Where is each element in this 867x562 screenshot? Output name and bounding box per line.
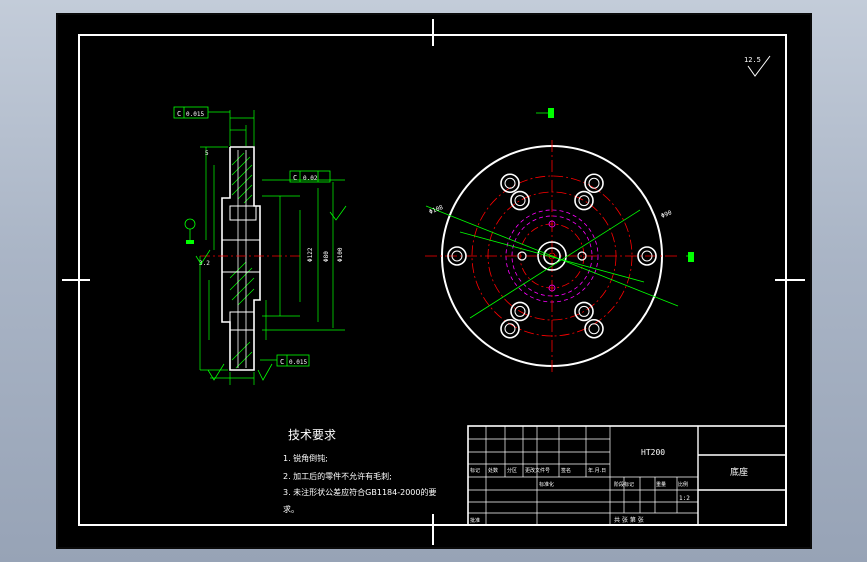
svg-text:分区: 分区 [507,467,517,474]
svg-text:标准化: 标准化 [539,481,554,488]
svg-text:批准: 批准 [470,517,480,524]
svg-text:Φ100: Φ100 [337,247,344,262]
section-cut-marker-top [548,108,554,118]
svg-text:标记: 标记 [470,467,480,474]
svg-text:Φ122: Φ122 [307,247,314,262]
part-name: 底座 [730,466,748,478]
svg-text:重量: 重量 [656,481,666,488]
svg-text:年.月.日: 年.月.日 [588,467,606,474]
note-1: 1. 锐角倒钝; [283,453,328,463]
svg-text:C: C [293,174,297,182]
tech-requirements-heading: 技术要求 [288,428,336,442]
svg-text:阶段标记: 阶段标记 [614,481,634,488]
svg-text:处数: 处数 [488,467,498,474]
svg-text:0.015: 0.015 [186,111,204,118]
svg-text:C: C [280,358,284,366]
section-cut-marker-right [688,252,694,262]
svg-text:Φ80: Φ80 [323,251,330,262]
svg-text:0.02: 0.02 [303,175,318,182]
svg-text:12.5: 12.5 [744,56,761,64]
note-4: 求。 [283,504,299,514]
svg-text:共 张 第 张: 共 张 第 张 [614,516,644,524]
svg-text:C: C [177,110,181,118]
svg-text:更改文件号: 更改文件号 [525,467,550,474]
note-3: 3. 未注形状公差应符合GB1184-2000的要 [283,487,436,497]
note-2: 2. 加工后的零件不允许有毛刺; [283,471,392,481]
svg-text:0.015: 0.015 [289,359,307,366]
svg-text:比例: 比例 [678,481,688,488]
svg-text:签名: 签名 [561,467,571,474]
svg-text:5: 5 [205,150,209,157]
scale-value: 1:2 [679,495,690,502]
material-label: HT200 [641,448,665,457]
